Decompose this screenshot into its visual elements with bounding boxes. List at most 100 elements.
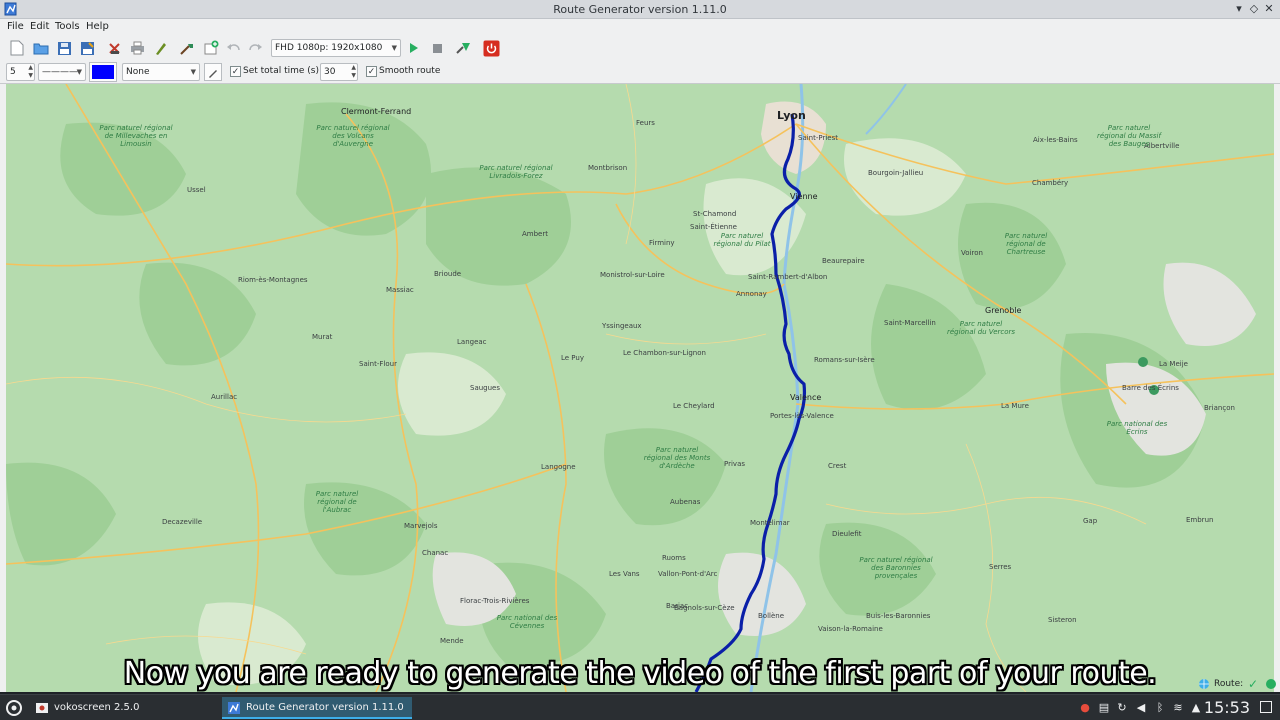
map-label-saint-etienne: Saint-Étienne	[690, 223, 737, 231]
video-subtitle: Now you are ready to generate the video …	[123, 656, 1157, 691]
marker-value: None	[126, 67, 150, 77]
line-width-spinbox[interactable]: 5 ▲ ▼	[6, 63, 35, 81]
set-total-time-checkbox[interactable]: ✓	[230, 66, 241, 77]
power-icon[interactable]	[482, 39, 500, 57]
map-label-le-cheylard: Le Cheylard	[673, 402, 715, 410]
wifi-icon[interactable]: ≋	[1171, 701, 1185, 715]
map-label-riom: Riom-ès-Montagnes	[238, 276, 308, 284]
spin-arrows-icon[interactable]: ▲ ▼	[351, 64, 356, 80]
stop-icon[interactable]	[428, 39, 446, 57]
line-style-select[interactable]: ———— ▼	[38, 63, 86, 81]
map-label-aubenas: Aubenas	[670, 498, 701, 506]
map-label-langogne: Langogne	[541, 463, 576, 471]
open-icon[interactable]	[32, 39, 50, 57]
map-label-florac: Florac-Trois-Rivières	[460, 597, 530, 605]
map-label-ambert: Ambert	[522, 230, 548, 238]
map-label-yssingeaux: Yssingeaux	[602, 322, 642, 330]
map-label-valence: Valence	[790, 393, 822, 402]
set-total-time-label: Set total time (s) :	[243, 66, 325, 76]
menu-edit[interactable]: Edit	[30, 21, 49, 32]
map-view[interactable]: Lyon Clermont-Ferrand Vienne Valence Gre…	[6, 84, 1274, 692]
map-label-ruoms: Ruoms	[662, 554, 686, 562]
map-label-saugues: Saugues	[470, 384, 501, 392]
taskbar-clock[interactable]: 15:53	[1204, 697, 1250, 719]
play-icon[interactable]	[405, 39, 423, 57]
add-waypoint-icon[interactable]	[202, 39, 220, 57]
marker-select[interactable]: None ▼	[122, 63, 200, 81]
map-label-annonay: Annonay	[736, 290, 767, 298]
map-label-le-puy: Le Puy	[561, 354, 584, 362]
resolution-select[interactable]: FHD 1080p: 1920x1080 ▼	[271, 39, 401, 57]
main-toolbar: FHD 1080p: 1920x1080 ▼	[0, 36, 1280, 60]
map-label-mende: Mende	[440, 637, 464, 645]
map-label-embrun: Embrun	[1186, 516, 1214, 524]
map-label-bollene: Bollène	[758, 612, 785, 620]
total-time-spinbox[interactable]: 30 ▲ ▼	[320, 63, 358, 81]
map-label-crest: Crest	[828, 462, 847, 470]
map-park-baronnies: Parc naturel régional des Baronnies prov…	[859, 556, 933, 580]
map-label-sisteron: Sisteron	[1048, 616, 1077, 624]
pick-marker-button[interactable]	[204, 63, 222, 81]
line-color-button[interactable]	[89, 62, 117, 82]
route-generator-icon	[228, 702, 240, 714]
map-label-ecrins: Barre des Écrins	[1122, 384, 1179, 392]
map-label-vienne: Vienne	[790, 192, 818, 201]
close-icon[interactable]: ✕	[1262, 2, 1276, 16]
map-label-marvejols: Marvejols	[404, 522, 438, 530]
show-desktop-icon[interactable]	[1260, 701, 1272, 713]
map-status-icon	[1266, 679, 1276, 689]
bluetooth-icon[interactable]: ᛒ	[1153, 701, 1167, 715]
save-icon[interactable]	[55, 39, 73, 57]
route-status-label: Route:	[1214, 679, 1244, 689]
menu-tools[interactable]: Tools	[55, 21, 80, 32]
line-width-value: 5	[10, 67, 16, 77]
map-label-beaurepaire: Beaurepaire	[822, 257, 865, 265]
window-titlebar[interactable]: Route Generator version 1.11.0 ▾ ◇ ✕	[0, 0, 1280, 19]
redo-icon[interactable]	[246, 39, 264, 57]
map-label-saint-flour: Saint-Flour	[359, 360, 397, 368]
update-icon[interactable]: ↻	[1115, 701, 1129, 715]
map-label-st-chamond: St-Chamond	[693, 210, 737, 218]
map-label-voiron: Voiron	[961, 249, 983, 257]
taskbar-item-label: vokoscreen 2.5.0	[54, 702, 140, 713]
right-border	[1274, 84, 1280, 692]
volume-icon[interactable]: ◀	[1134, 701, 1148, 715]
smooth-route-checkbox[interactable]: ✓	[366, 66, 377, 77]
new-icon[interactable]	[8, 39, 26, 57]
map-label-feurs: Feurs	[636, 119, 655, 127]
chevron-down-icon: ▼	[76, 68, 82, 76]
settings-icon[interactable]	[454, 39, 472, 57]
app-launcher-icon[interactable]	[5, 699, 23, 717]
clear-icon[interactable]	[105, 39, 123, 57]
record-icon[interactable]: ●	[1078, 701, 1092, 715]
save-as-icon[interactable]	[78, 39, 96, 57]
map-label-dieulefit: Dieulefit	[832, 530, 862, 538]
clipboard-icon[interactable]: ▤	[1097, 701, 1111, 715]
edit-icon[interactable]	[151, 39, 169, 57]
map-label-barjac: Barjac	[666, 602, 689, 610]
map-label-brioude: Brioude	[434, 270, 462, 278]
vokoscreen-icon	[36, 703, 48, 713]
menu-help[interactable]: Help	[86, 21, 109, 32]
map-park-pilat: Parc naturel régional du Pilat	[713, 232, 771, 248]
map-label-clermont: Clermont-Ferrand	[341, 107, 412, 116]
maximize-icon[interactable]: ◇	[1247, 2, 1261, 16]
minimize-icon[interactable]: ▾	[1232, 2, 1246, 16]
map-park-millevaches: Parc naturel régional de Millevaches en …	[99, 124, 173, 148]
print-icon[interactable]	[128, 39, 146, 57]
menu-file[interactable]: File	[7, 21, 24, 32]
map-park-chartreuse: Parc naturel régional de Chartreuse	[1004, 232, 1048, 256]
taskbar-item-route-generator[interactable]: Route Generator version 1.11.0	[222, 697, 412, 719]
tray-expand-icon[interactable]: ▲	[1189, 701, 1203, 715]
map-canvas	[6, 84, 1274, 692]
globe-icon	[1199, 679, 1209, 689]
color-swatch	[92, 65, 114, 79]
brush-icon[interactable]	[178, 39, 196, 57]
map-label-firminy: Firminy	[649, 239, 675, 247]
undo-icon[interactable]	[224, 39, 242, 57]
map-label-chambery: Chambéry	[1032, 179, 1069, 187]
map-label-portes: Portes-lès-Valence	[770, 412, 834, 420]
map-label-monistrol: Monistrol-sur-Loire	[600, 271, 665, 279]
spin-arrows-icon[interactable]: ▲ ▼	[28, 64, 33, 80]
taskbar-item-vokoscreen[interactable]: vokoscreen 2.5.0	[30, 697, 218, 719]
